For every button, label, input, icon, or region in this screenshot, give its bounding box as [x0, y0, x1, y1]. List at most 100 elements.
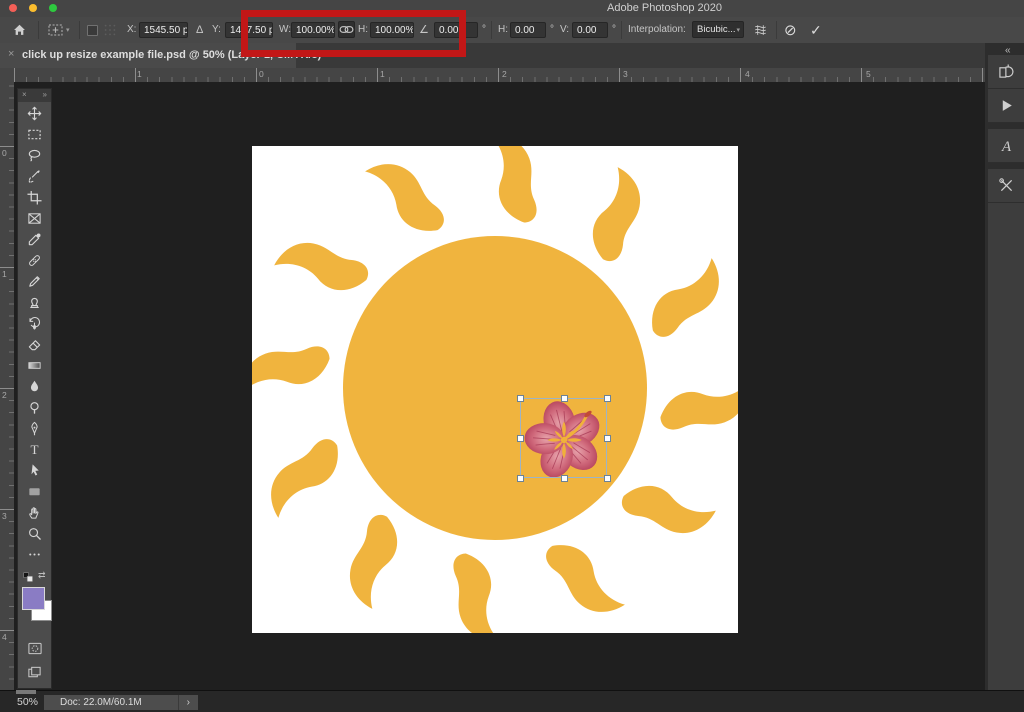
divider: [621, 21, 622, 39]
tool-path-selection[interactable]: [18, 460, 51, 481]
relative-position-delta-icon[interactable]: Δ: [196, 17, 203, 43]
divider: [38, 21, 39, 39]
ruler-corner: [0, 68, 15, 83]
screen-mode-icon[interactable]: [26, 665, 43, 680]
crop-icon: [27, 190, 42, 205]
object-selection-icon: [27, 169, 42, 184]
close-panel-icon[interactable]: ×: [22, 90, 27, 99]
canvas-sun-artwork[interactable]: [252, 146, 738, 633]
rectangle-icon: [27, 484, 42, 499]
tool-history-brush[interactable]: [18, 313, 51, 334]
tool-crop[interactable]: [18, 187, 51, 208]
ruler-number: 1: [137, 69, 142, 79]
ruler-number: 3: [2, 511, 7, 521]
transform-bounding-box[interactable]: [517, 395, 611, 482]
tool-rectangle[interactable]: [18, 481, 51, 502]
divider: [79, 21, 80, 39]
x-position-input[interactable]: 1545.50 px: [139, 22, 188, 38]
tool-rectangular-marquee[interactable]: [18, 124, 51, 145]
transform-handle-top-right[interactable]: [604, 395, 611, 402]
clone-stamp-icon: [27, 295, 42, 310]
close-tab-icon[interactable]: ×: [8, 48, 14, 60]
transform-handle-top-left[interactable]: [517, 395, 524, 402]
edit-toolbar-icon: [27, 547, 42, 562]
tool-move[interactable]: [18, 103, 51, 124]
tool-gradient[interactable]: [18, 355, 51, 376]
interpolation-dropdown[interactable]: Bicubic... ▾: [692, 21, 744, 38]
tool-lasso[interactable]: [18, 145, 51, 166]
panel-button-character[interactable]: [988, 129, 1024, 163]
interpolation-value: Bicubic...: [697, 24, 736, 35]
ruler-number: 2: [502, 69, 507, 79]
tool-eraser[interactable]: [18, 334, 51, 355]
panel-button-actions[interactable]: [988, 89, 1024, 123]
transform-tool-icon[interactable]: [47, 22, 64, 38]
reference-point-locator-icon[interactable]: [103, 23, 117, 37]
ruler-horizontal[interactable]: 1 0 1 2 3 4 5: [14, 68, 985, 83]
minimize-window-button[interactable]: [29, 4, 37, 12]
horizontal-skew-label: H:: [498, 24, 508, 35]
zoom-window-button[interactable]: [49, 4, 57, 12]
degree-symbol: °: [482, 24, 486, 35]
panel-dock: «: [985, 43, 1024, 690]
panel-button-history[interactable]: [988, 55, 1024, 89]
divider: [491, 21, 492, 39]
transform-handle-middle-left[interactable]: [517, 435, 524, 442]
ruler-number: 1: [380, 69, 385, 79]
spot-healing-brush-icon: [27, 253, 42, 268]
annotation-rectangle: [241, 10, 466, 57]
status-chevron-icon[interactable]: ›: [177, 695, 190, 710]
tool-object-selection[interactable]: [18, 166, 51, 187]
transform-handle-bottom-left[interactable]: [517, 475, 524, 482]
sun-circle: [343, 236, 647, 540]
ruler-number: 1: [2, 269, 7, 279]
tool-preset-caret-icon[interactable]: ▾: [66, 26, 70, 34]
ruler-number: 4: [2, 632, 7, 642]
hand-icon: [27, 505, 42, 520]
tool-edit-toolbar[interactable]: [18, 544, 51, 565]
tool-dodge[interactable]: [18, 397, 51, 418]
tool-pen[interactable]: [18, 418, 51, 439]
close-window-button[interactable]: [9, 4, 17, 12]
x-position-label: X:: [127, 24, 137, 35]
tool-clone-stamp[interactable]: [18, 292, 51, 313]
panel-button-tools[interactable]: [988, 169, 1024, 203]
rectangular-marquee-icon: [27, 127, 42, 142]
status-bar: 50% Doc: 22.0M/60.1M ›: [0, 690, 1024, 712]
tool-type[interactable]: [18, 439, 51, 460]
collapse-panel-icon[interactable]: »: [43, 90, 47, 99]
cancel-transform-button[interactable]: ⊘: [784, 21, 797, 39]
interpolation-label: Interpolation:: [628, 24, 686, 35]
warp-mode-icon[interactable]: [752, 23, 769, 37]
ruler-vertical[interactable]: 0 1 2 3 4: [0, 82, 15, 690]
tool-blur[interactable]: [18, 376, 51, 397]
zoom-level-field[interactable]: 50%: [17, 696, 38, 708]
commit-transform-button[interactable]: ✓: [810, 22, 822, 39]
transform-handle-bottom-right[interactable]: [604, 475, 611, 482]
tool-brush[interactable]: [18, 271, 51, 292]
default-colors-icon[interactable]: [23, 572, 34, 583]
type-icon: [27, 442, 42, 457]
swap-colors-icon[interactable]: ⇄: [38, 570, 46, 581]
history-icon: [998, 63, 1015, 80]
move-icon: [27, 106, 42, 121]
transform-handle-top-center[interactable]: [561, 395, 568, 402]
transform-handle-middle-right[interactable]: [604, 435, 611, 442]
horizontal-skew-input[interactable]: 0.00: [510, 22, 546, 38]
character-icon: [998, 137, 1015, 154]
foreground-color-swatch[interactable]: [22, 587, 45, 610]
eraser-icon: [27, 337, 42, 352]
tool-hand[interactable]: [18, 502, 51, 523]
tool-zoom[interactable]: [18, 523, 51, 544]
tool-frame[interactable]: [18, 208, 51, 229]
ruler-number: 4: [745, 69, 750, 79]
tool-spot-healing-brush[interactable]: [18, 250, 51, 271]
toggle-reference-point-checkbox[interactable]: [87, 25, 98, 36]
lasso-icon: [27, 148, 42, 163]
quick-mask-mode-icon[interactable]: [26, 641, 44, 656]
tool-eyedropper[interactable]: [18, 229, 51, 250]
transform-handle-bottom-center[interactable]: [561, 475, 568, 482]
vertical-skew-input[interactable]: 0.00: [572, 22, 608, 38]
home-icon[interactable]: [12, 23, 27, 37]
ruler-number: 3: [623, 69, 628, 79]
